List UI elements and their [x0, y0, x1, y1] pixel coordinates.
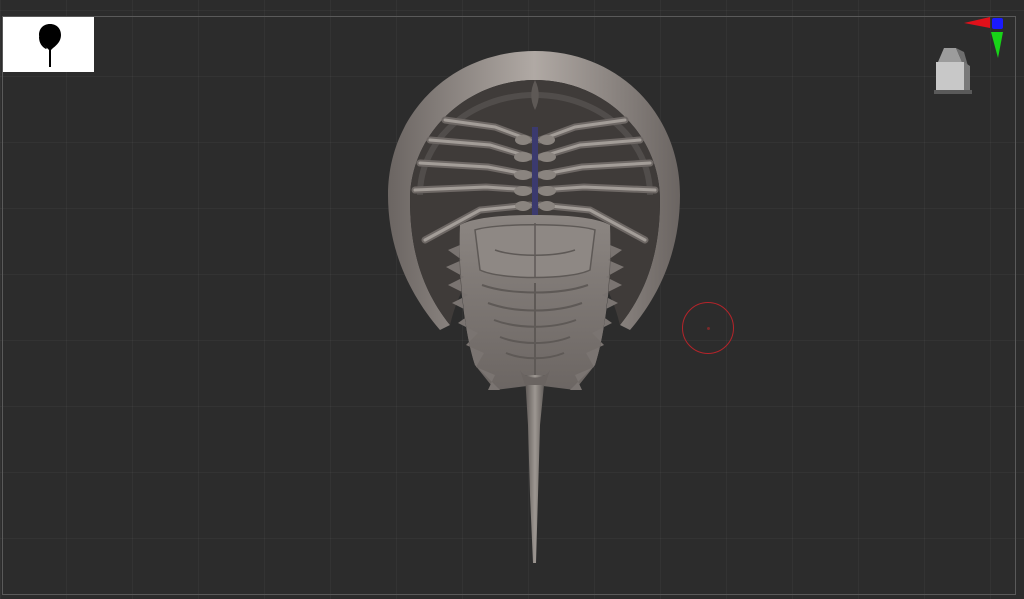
brush-cursor-center [707, 327, 710, 330]
horseshoe-crab-silhouette-icon [39, 24, 61, 67]
3d-viewport[interactable] [0, 0, 1024, 599]
horseshoe-crab-model[interactable] [380, 45, 690, 570]
brush-cursor-icon [682, 302, 734, 354]
x-axis-icon [964, 17, 990, 28]
telson-tail [525, 375, 545, 563]
y-axis-icon [991, 32, 1003, 58]
view-cube-icon[interactable] [928, 44, 976, 98]
z-axis-icon [992, 18, 1003, 29]
navigator-thumbnail[interactable] [3, 17, 94, 72]
